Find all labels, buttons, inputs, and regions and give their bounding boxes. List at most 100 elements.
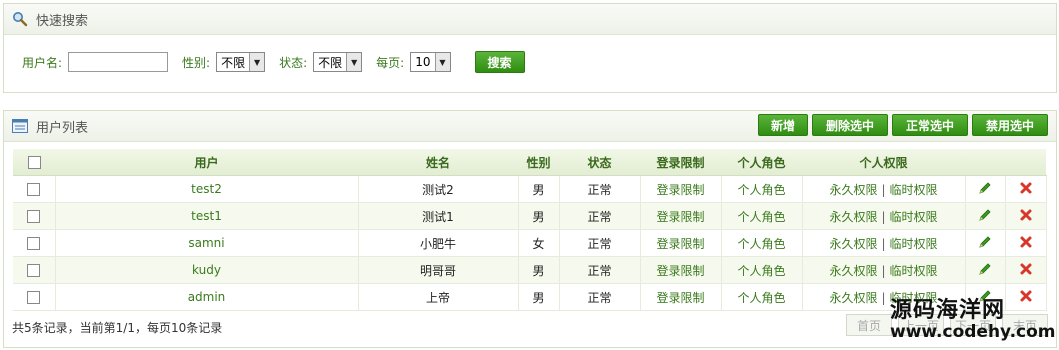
temporary-permission-link[interactable]: 临时权限: [890, 210, 938, 224]
cell-permissions: 永久权限 | 临时权限: [802, 202, 966, 230]
column-header-permission: 个人权限: [802, 149, 965, 176]
delete-cell: [1005, 202, 1047, 230]
cell-gender: 男: [518, 256, 560, 284]
cell-permissions: 永久权限 | 临时权限: [802, 175, 966, 203]
permission-separator: |: [881, 209, 886, 224]
delete-icon[interactable]: [1019, 263, 1033, 279]
delete-icon[interactable]: [1019, 182, 1033, 198]
table-row: test2 测试2 男正常 登录限制 个人角色 永久权限 | 临时权限: [13, 175, 1047, 203]
select-all-cell: [13, 149, 55, 176]
login-limit-link[interactable]: 登录限制: [640, 229, 722, 257]
column-header-status: 状态: [559, 149, 640, 176]
row-checkbox[interactable]: [27, 237, 41, 250]
column-header-user: 用户: [55, 149, 358, 176]
login-limit-link[interactable]: 登录限制: [640, 256, 722, 284]
temporary-permission-link[interactable]: 临时权限: [890, 264, 938, 278]
row-select-cell: [13, 202, 56, 230]
cell-user: admin: [55, 283, 359, 311]
cell-permissions: 永久权限 | 临时权限: [802, 256, 966, 284]
user-table: 用户 姓名 性别 状态 登录限制 个人角色 个人权限 test2 测试2 男正常 登录…: [13, 149, 1047, 311]
row-select-cell: [13, 256, 56, 284]
row-checkbox[interactable]: [27, 210, 41, 223]
login-limit-link[interactable]: 登录限制: [640, 283, 722, 311]
temporary-permission-link[interactable]: 临时权限: [890, 237, 938, 251]
select-all-checkbox[interactable]: [27, 156, 41, 169]
cell-name: 小肥牛: [358, 229, 519, 257]
permanent-permission-link[interactable]: 永久权限: [829, 210, 877, 224]
chevron-down-icon: ▼: [346, 53, 362, 71]
pagesize-label: 每页:: [376, 55, 405, 70]
enable-selected-button[interactable]: 正常选中: [892, 114, 968, 136]
search-button[interactable]: 搜索: [474, 51, 525, 73]
login-limit-link[interactable]: 登录限制: [640, 202, 722, 230]
role-link[interactable]: 个人角色: [721, 175, 803, 203]
gender-select-value: 不限: [221, 55, 246, 70]
cell-name: 明哥哥: [358, 256, 519, 284]
pencil-icon[interactable]: [978, 181, 992, 198]
delete-cell: [1005, 229, 1047, 257]
first-page-button[interactable]: 首页: [846, 314, 892, 336]
edit-cell: [965, 175, 1006, 203]
delete-cell: [1005, 175, 1047, 203]
login-limit-link[interactable]: 登录限制: [640, 175, 722, 203]
pagesize-select[interactable]: 10 ▼: [410, 52, 451, 72]
cell-user: test2: [55, 175, 359, 203]
pencil-icon[interactable]: [978, 262, 992, 279]
table-row: kudy 明哥哥男正常 登录限制 个人角色 永久权限 | 临时权限: [13, 256, 1047, 284]
magnifier-icon: [13, 12, 28, 27]
permanent-permission-link[interactable]: 永久权限: [829, 264, 877, 278]
cell-status: 正常: [559, 202, 641, 230]
permanent-permission-link[interactable]: 永久权限: [829, 183, 877, 197]
permission-separator: |: [881, 290, 886, 305]
table-row: test1 测试1 男正常 登录限制 个人角色 永久权限 | 临时权限: [13, 202, 1047, 230]
cell-user: samni: [55, 229, 359, 257]
row-checkbox[interactable]: [27, 264, 41, 277]
username-label: 用户名:: [22, 55, 63, 70]
role-link[interactable]: 个人角色: [721, 202, 803, 230]
table-row: samni 小肥牛女正常 登录限制 个人角色 永久权限 | 临时权限: [13, 229, 1047, 257]
watermark-url: www.codehy.com: [890, 322, 1056, 342]
cell-status: 正常: [559, 175, 641, 203]
user-list-title: 用户列表: [36, 120, 89, 136]
gender-select[interactable]: 不限 ▼: [216, 52, 266, 72]
row-checkbox[interactable]: [27, 291, 41, 304]
temporary-permission-link[interactable]: 临时权限: [890, 183, 938, 197]
column-header-gender: 性别: [518, 149, 559, 176]
record-summary: 共5条记录，当前第1/1，每页10条记录: [12, 321, 223, 335]
quick-search-title: 快速搜索: [36, 13, 89, 29]
row-select-cell: [13, 229, 56, 257]
chevron-down-icon: ▼: [249, 53, 265, 71]
pencil-icon[interactable]: [978, 208, 992, 225]
disable-selected-button[interactable]: 禁用选中: [972, 114, 1048, 136]
role-link[interactable]: 个人角色: [721, 256, 803, 284]
username-input[interactable]: [68, 52, 169, 72]
edit-cell: [965, 202, 1006, 230]
search-form: 用户名: 性别: 不限 ▼ 状态: 不限 ▼ 每页: 10 ▼ 搜索: [22, 51, 525, 73]
role-link[interactable]: 个人角色: [721, 229, 803, 257]
cell-name: 上帝: [358, 283, 519, 311]
table-header-row: 用户 姓名 性别 状态 登录限制 个人角色 个人权限: [13, 149, 1046, 176]
delete-icon[interactable]: [1019, 209, 1033, 225]
column-header-delete: [1005, 149, 1046, 176]
site-watermark: 源码海洋网 www.codehy.com: [890, 292, 1056, 342]
cell-name: 测试1: [358, 202, 519, 230]
permission-separator: |: [881, 263, 886, 278]
delete-selected-button[interactable]: 删除选中: [812, 114, 888, 136]
quick-search-header: 快速搜索: [4, 4, 1056, 35]
watermark-text: 源码海洋网: [890, 298, 1006, 323]
pencil-icon[interactable]: [978, 235, 992, 252]
status-select[interactable]: 不限 ▼: [313, 52, 363, 72]
permanent-permission-link[interactable]: 永久权限: [829, 237, 877, 251]
delete-icon[interactable]: [1019, 236, 1033, 252]
add-button[interactable]: 新增: [758, 114, 808, 136]
status-label: 状态:: [279, 55, 308, 70]
cell-user: kudy: [55, 256, 359, 284]
column-header-login-limit: 登录限制: [640, 149, 721, 176]
column-header-role: 个人角色: [721, 149, 802, 176]
row-checkbox[interactable]: [27, 183, 41, 196]
role-link[interactable]: 个人角色: [721, 283, 803, 311]
permanent-permission-link[interactable]: 永久权限: [829, 291, 877, 305]
cell-gender: 男: [518, 202, 560, 230]
cell-permissions: 永久权限 | 临时权限: [802, 229, 966, 257]
cell-status: 正常: [559, 283, 641, 311]
